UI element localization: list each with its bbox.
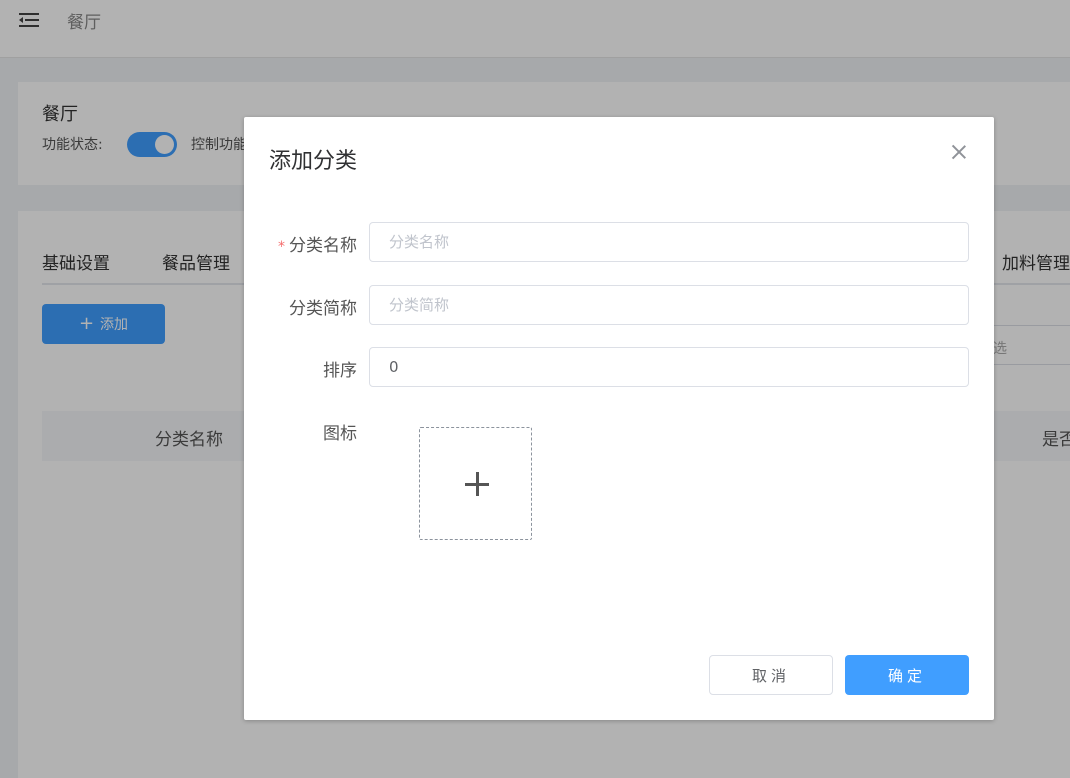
category-name-label: * 分类名称 (244, 231, 357, 256)
sort-input[interactable] (369, 347, 969, 387)
close-icon[interactable] (950, 143, 968, 161)
icon-label: 图标 (323, 424, 357, 444)
icon-upload-button[interactable] (419, 427, 532, 540)
required-mark: * (278, 239, 285, 255)
sort-label: 排序 (323, 361, 357, 381)
cancel-button[interactable]: 取消 (709, 655, 833, 695)
category-short-name-label: 分类简称 (289, 299, 357, 319)
category-short-name-input[interactable] (369, 285, 969, 325)
dialog-title: 添加分类 (269, 149, 358, 174)
confirm-button[interactable]: 确定 (845, 655, 969, 695)
category-name-label-text: 分类名称 (289, 236, 357, 256)
add-category-dialog: 添加分类 *分类名称 分类简称 排序 图标 取消 确定 (244, 117, 994, 720)
category-name-input[interactable] (369, 222, 969, 262)
